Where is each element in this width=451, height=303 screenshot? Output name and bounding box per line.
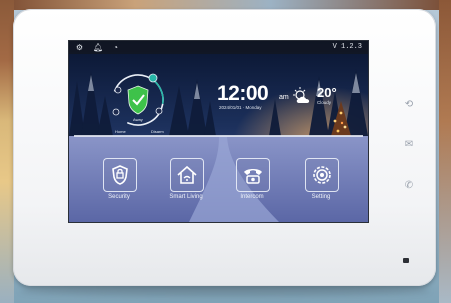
clock-ampm: am bbox=[279, 94, 289, 101]
indicator-led bbox=[403, 258, 409, 263]
monitor-icon[interactable]: ⟲ bbox=[402, 98, 416, 112]
settings-icon[interactable]: ⚙ bbox=[75, 43, 84, 52]
setting-label: Setting bbox=[311, 194, 331, 200]
security-icon bbox=[112, 165, 128, 185]
intercom-label: Intercom bbox=[240, 194, 264, 200]
intercom-button[interactable] bbox=[236, 158, 270, 192]
clock-time: 12:00 bbox=[217, 82, 269, 105]
device-shadow bbox=[20, 286, 430, 296]
phone-icon bbox=[244, 169, 262, 184]
clock-date: 2024/01/01 · Monday bbox=[219, 105, 262, 110]
mode-disarm-label[interactable]: Disarm bbox=[151, 129, 164, 134]
touch-screen[interactable]: ⚙ 🔔︎ ◔ V 1.2.3 Away Home Disarm 12:00 am… bbox=[68, 40, 369, 223]
partly-cloudy-icon bbox=[293, 87, 310, 103]
security-button[interactable] bbox=[103, 158, 137, 192]
screen-divider bbox=[74, 135, 363, 137]
background-left bbox=[0, 0, 14, 303]
mode-label: Away bbox=[133, 117, 143, 122]
setting-button[interactable] bbox=[305, 158, 339, 192]
mode-home-label[interactable]: Home bbox=[115, 129, 126, 134]
temperature: 20° bbox=[317, 85, 337, 100]
message-icon[interactable]: ✉ bbox=[402, 138, 416, 152]
status-bar: ⚙ 🔔︎ ◔ V 1.2.3 bbox=[69, 41, 368, 54]
wifi-icon: ◔ bbox=[113, 43, 118, 52]
smart-living-label: Smart Living bbox=[169, 194, 203, 200]
background-right bbox=[439, 0, 451, 303]
call-icon[interactable]: ✆ bbox=[402, 179, 416, 193]
smart-living-button[interactable] bbox=[170, 158, 204, 192]
security-label: Security bbox=[108, 194, 130, 200]
smart-home-icon bbox=[177, 165, 197, 184]
gear-icon bbox=[313, 166, 331, 184]
firmware-version: V 1.2.3 bbox=[332, 43, 362, 51]
weather-description: Cloudy bbox=[317, 100, 332, 105]
bell-icon[interactable]: 🔔︎ bbox=[93, 43, 103, 52]
